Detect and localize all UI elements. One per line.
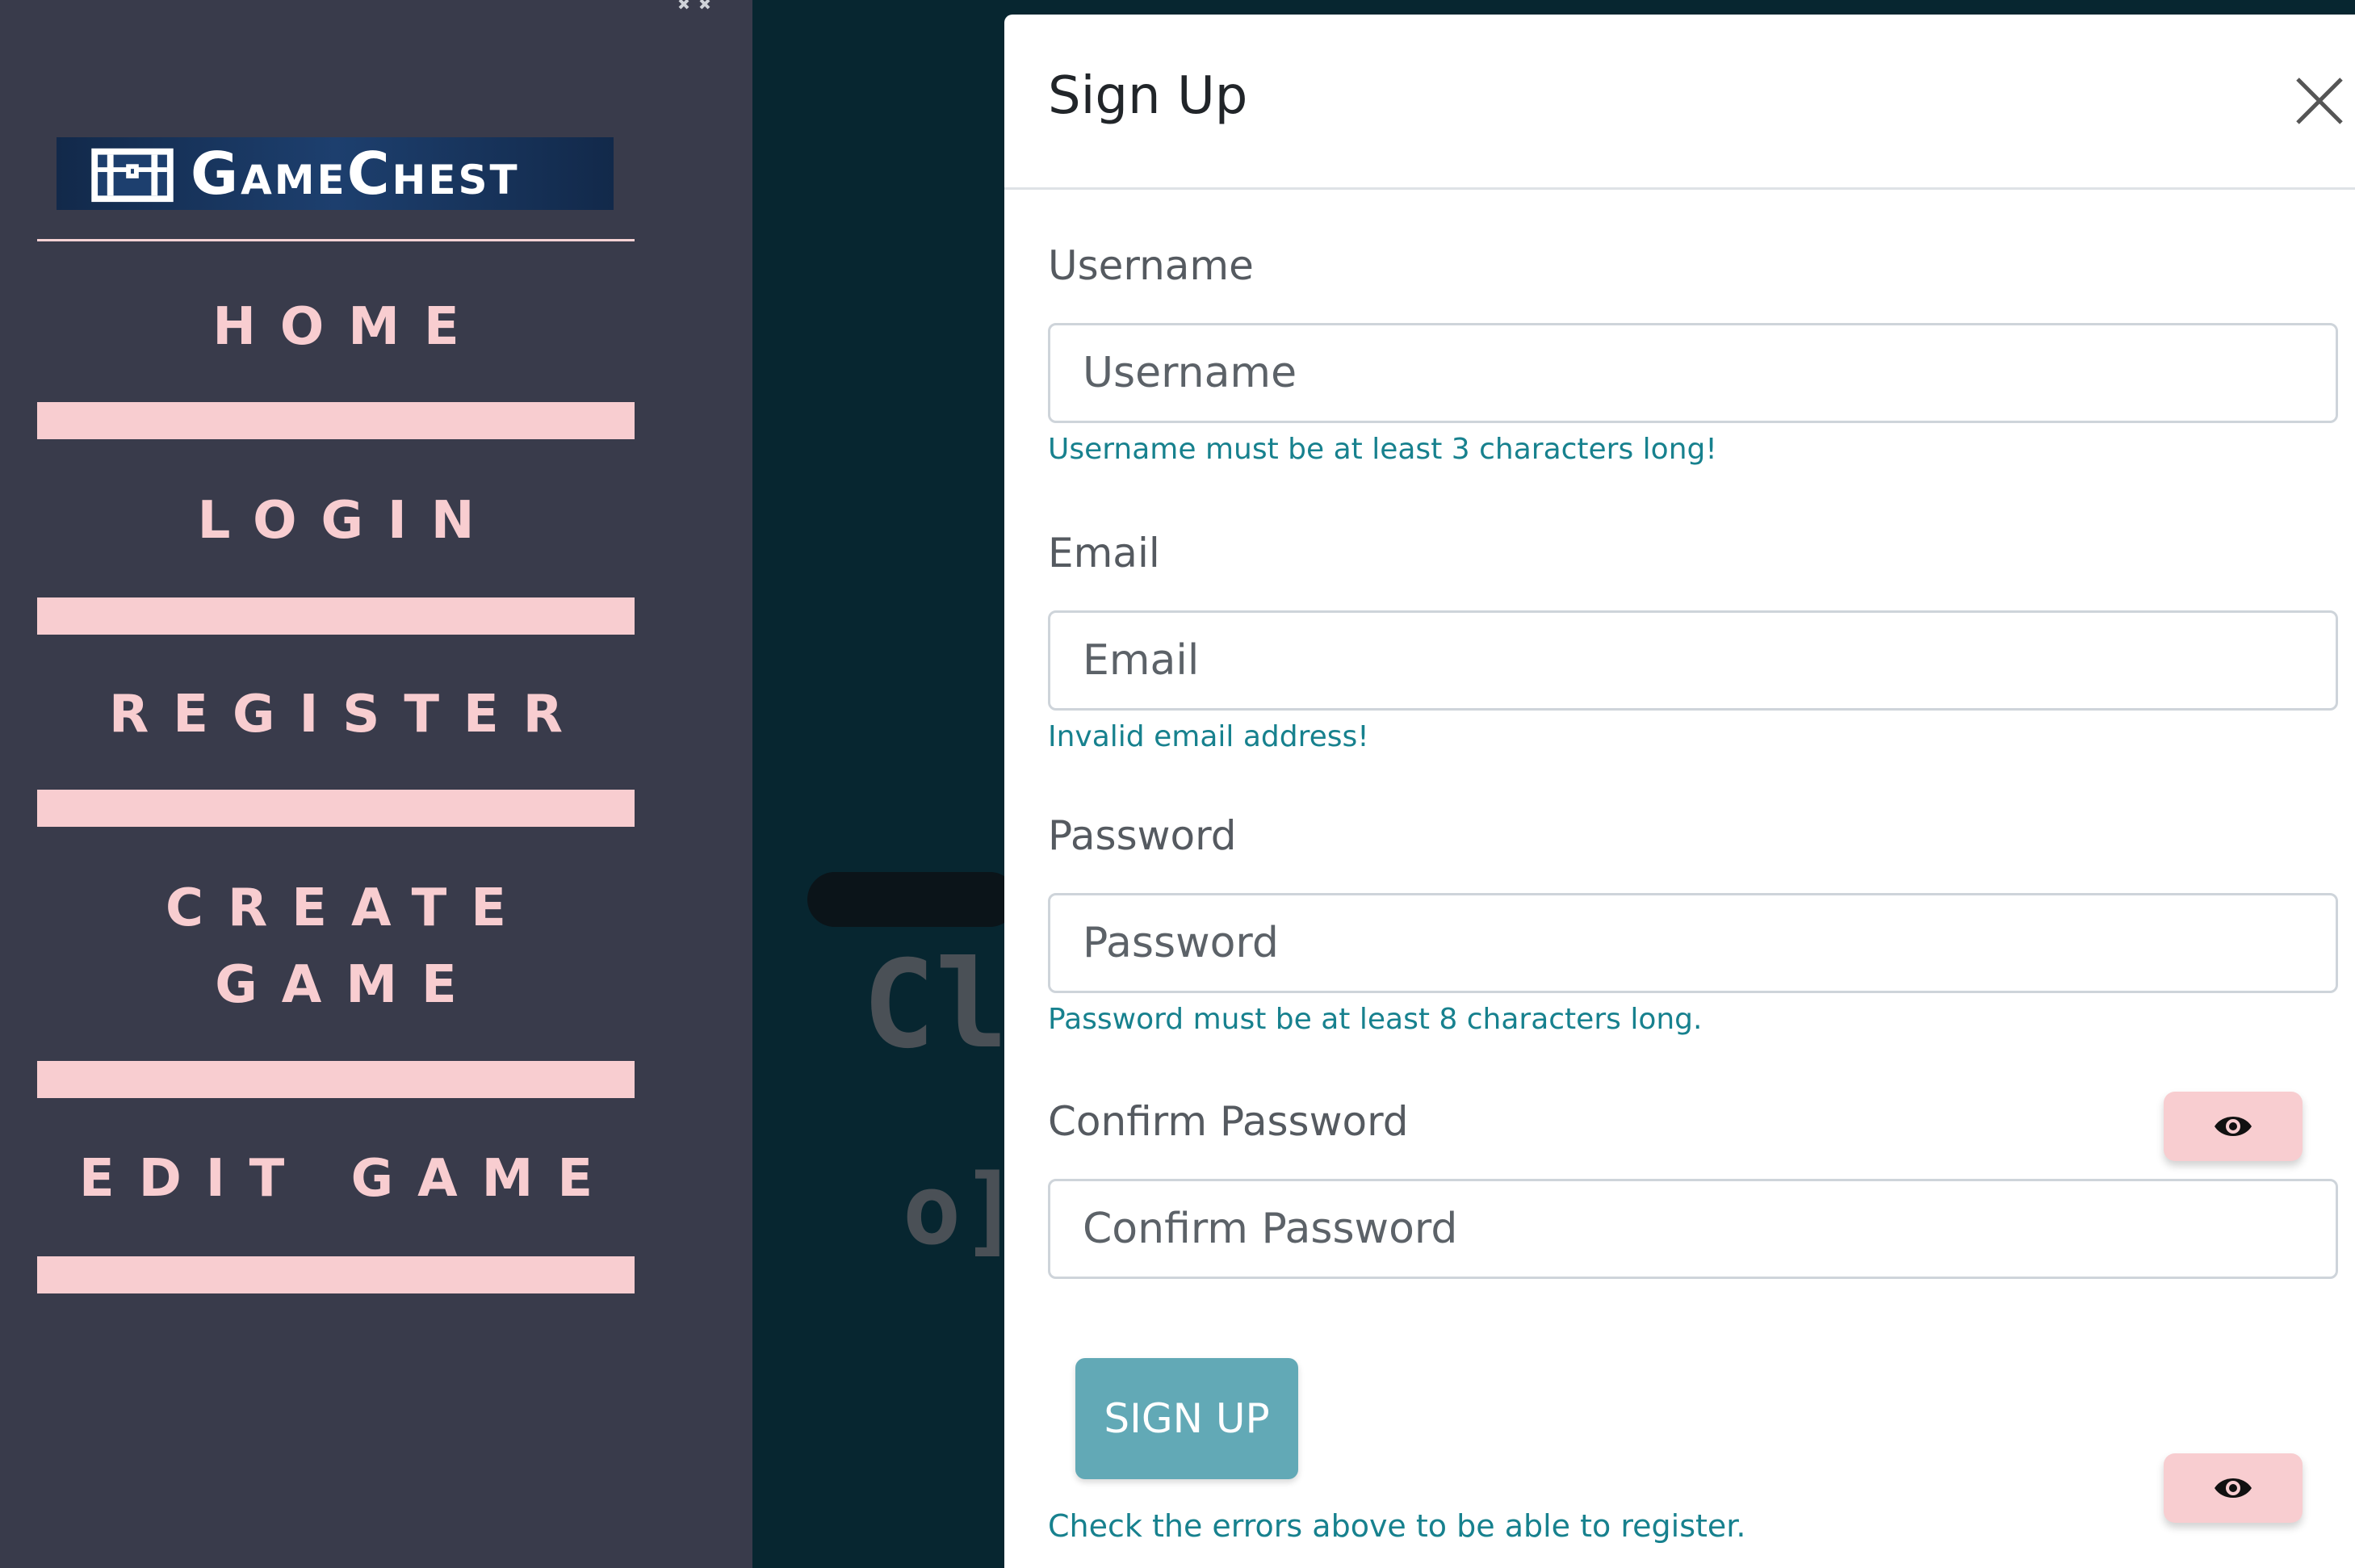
nav-create-game-line-1: CREATE [166, 878, 530, 938]
close-icon[interactable] [677, 0, 712, 11]
nav-divider [37, 1256, 635, 1293]
email-error: Invalid email address! [1048, 720, 1369, 753]
background-text-fragment: o] [903, 1155, 1020, 1267]
modal-title: Sign Up [1048, 66, 1248, 126]
close-icon[interactable] [2294, 76, 2345, 126]
password-error: Password must be at least 8 characters l… [1048, 1003, 1703, 1036]
divider [37, 239, 635, 241]
nav-divider [37, 790, 635, 827]
background-pill [807, 872, 1017, 927]
logo-text: GameChest [191, 140, 520, 208]
signup-modal: Sign Up Username Username must be at lea… [1004, 15, 2355, 1568]
password-input[interactable] [1048, 893, 2338, 993]
nav-home[interactable]: HOME [37, 289, 635, 366]
confirm-password-input[interactable] [1048, 1179, 2338, 1279]
username-error: Username must be at least 3 characters l… [1048, 433, 1717, 466]
signup-button[interactable]: SIGN UP [1075, 1358, 1298, 1479]
treasure-chest-icon [91, 148, 174, 203]
username-label: Username [1048, 242, 1254, 289]
logo[interactable]: GameChest [57, 137, 614, 210]
eye-icon [2215, 1478, 2252, 1498]
nav-create-game-line-2: GAME [215, 955, 481, 1015]
nav-register[interactable]: REGISTER [37, 677, 635, 753]
nav-divider [37, 402, 635, 439]
email-label: Email [1048, 530, 1160, 576]
nav-edit-game[interactable]: EDIT GAME [37, 1141, 635, 1218]
form-error-message: Check the errors above to be able to reg… [1048, 1508, 1746, 1544]
toggle-confirm-visibility-button[interactable] [2164, 1453, 2303, 1523]
email-input[interactable] [1048, 610, 2338, 711]
modal-header: Sign Up [1004, 15, 2355, 190]
nav-login[interactable]: LOGIN [37, 483, 635, 560]
username-input[interactable] [1048, 323, 2338, 423]
background-heading-fragment: Cl [862, 935, 1008, 1075]
nav-divider [37, 597, 635, 635]
password-label: Password [1048, 812, 1237, 859]
confirm-password-label: Confirm Password [1048, 1098, 1409, 1145]
toggle-password-visibility-button[interactable] [2164, 1092, 2303, 1161]
sidebar: GameChest HOME LOGIN REGISTER CREATE GAM… [0, 0, 752, 1568]
eye-icon [2215, 1117, 2252, 1136]
nav-divider [37, 1061, 635, 1098]
